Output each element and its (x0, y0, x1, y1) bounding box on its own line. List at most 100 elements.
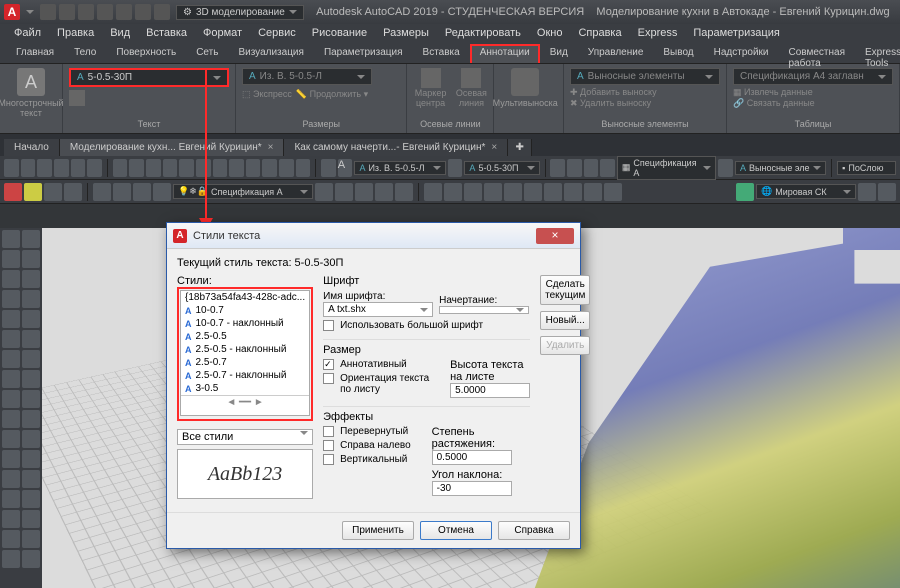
tb-btn[interactable] (153, 183, 171, 201)
tb-btn[interactable] (448, 159, 463, 177)
menu-item[interactable]: Вид (102, 24, 138, 44)
tb-btn[interactable] (584, 183, 602, 201)
tb-btn[interactable] (213, 159, 228, 177)
menu-item[interactable]: Размеры (375, 24, 437, 44)
tb-btn[interactable] (395, 183, 413, 201)
style-item[interactable]: A2.5-0.7 (181, 356, 309, 369)
rtl-checkbox[interactable] (323, 440, 334, 451)
tb-btn[interactable] (22, 550, 40, 568)
tb-btn[interactable] (2, 270, 20, 288)
tb-btn[interactable] (22, 270, 40, 288)
tb-btn[interactable] (196, 159, 211, 177)
tb-btn[interactable] (2, 250, 20, 268)
tb-btn[interactable] (567, 159, 582, 177)
tb-btn[interactable] (484, 183, 502, 201)
tb-btn[interactable] (504, 183, 522, 201)
doc-tab-start[interactable]: Начало (4, 139, 60, 156)
paper-height-input[interactable]: 5.0000 (450, 383, 530, 398)
oblique-input[interactable]: -30 (432, 481, 512, 496)
tb-btn[interactable] (550, 159, 565, 177)
tb-btn[interactable] (2, 550, 20, 568)
tb-btn[interactable] (564, 183, 582, 201)
mleader-style-combo[interactable]: AВыносные эле (735, 161, 826, 175)
tb-btn[interactable] (878, 183, 896, 201)
tb-btn[interactable] (54, 159, 69, 177)
qat-btn[interactable] (97, 4, 113, 20)
style-item[interactable]: A2.5-0.7 - наклонный (181, 369, 309, 382)
tb-btn[interactable] (2, 230, 20, 248)
link-data-button[interactable]: 🔗 Связать данные (733, 98, 893, 109)
tb-btn[interactable] (600, 159, 615, 177)
tb-btn[interactable] (22, 370, 40, 388)
tb-btn[interactable] (64, 183, 82, 201)
qat-btn[interactable] (40, 4, 56, 20)
ribbon-tab[interactable]: Главная (6, 44, 64, 63)
tb-btn[interactable] (2, 390, 20, 408)
tb-btn[interactable] (335, 183, 353, 201)
tb-btn[interactable] (22, 510, 40, 528)
menu-item[interactable]: Окно (529, 24, 571, 44)
tb-btn[interactable] (22, 230, 40, 248)
tb-btn[interactable] (2, 430, 20, 448)
tb-btn[interactable] (858, 183, 876, 201)
tb-btn[interactable] (262, 159, 277, 177)
tb-btn[interactable] (718, 159, 733, 177)
tb-btn[interactable] (424, 183, 442, 201)
tb-btn[interactable] (355, 183, 373, 201)
style-item[interactable]: A3-0.5 (181, 382, 309, 395)
style-item[interactable]: {18b73a54fa43-428c-adc... (181, 291, 309, 304)
dialog-titlebar[interactable]: A Стили текста × (167, 223, 580, 249)
tb-btn[interactable] (22, 410, 40, 428)
tb-btn[interactable] (22, 250, 40, 268)
tb-btn[interactable] (2, 310, 20, 328)
ribbon-tab[interactable]: Вставка (413, 44, 470, 63)
tb-btn[interactable] (22, 490, 40, 508)
menu-item[interactable]: Вставка (138, 24, 195, 44)
orient-checkbox[interactable] (323, 373, 334, 384)
qat-btn[interactable] (78, 4, 94, 20)
center-mark-button[interactable]: Маркер центра (413, 68, 447, 108)
new-tab-button[interactable]: ✚ (508, 139, 532, 156)
center-line-button[interactable]: Осевая линия (456, 68, 488, 108)
tb-btn[interactable] (315, 183, 333, 201)
ribbon-tab[interactable]: Вид (540, 44, 578, 63)
tb-btn[interactable] (524, 183, 542, 201)
menu-item[interactable]: Справка (570, 24, 629, 44)
tb-btn[interactable] (375, 183, 393, 201)
add-leader-button[interactable]: ✚ Добавить выноску (570, 87, 720, 98)
close-icon[interactable]: × (491, 142, 497, 153)
qat-btn[interactable] (116, 4, 132, 20)
tb-btn[interactable] (113, 183, 131, 201)
text-style-combo[interactable]: A5-0.5-30П (464, 161, 539, 175)
tb-btn[interactable] (2, 470, 20, 488)
tb-btn[interactable] (113, 159, 128, 177)
width-factor-input[interactable]: 0.5000 (432, 450, 512, 465)
ribbon-tab-annotations[interactable]: Аннотации (470, 44, 540, 63)
tb-btn[interactable] (22, 350, 40, 368)
tb-btn[interactable] (444, 183, 462, 201)
ribbon-btn[interactable]: ⬚ Экспресс (242, 89, 292, 100)
ribbon-tab[interactable]: Сеть (186, 44, 228, 63)
style-item[interactable]: A10-0.7 - наклонный (181, 317, 309, 330)
tb-btn[interactable] (37, 159, 52, 177)
remove-leader-button[interactable]: ✖ Удалить выноску (570, 98, 720, 109)
tb-btn[interactable] (21, 159, 36, 177)
color-combo[interactable]: ▪ ПоСлою (837, 161, 896, 175)
menu-item[interactable]: Рисование (304, 24, 375, 44)
tb-btn[interactable] (296, 159, 311, 177)
ribbon-tab[interactable]: Тело (64, 44, 106, 63)
doc-tab[interactable]: Как самому начерти...- Евгений Курицин*× (284, 139, 508, 156)
table-style-dropdown[interactable]: Спецификация А4 заглавн (733, 68, 893, 85)
delete-button[interactable]: Удалить (540, 336, 590, 355)
tb-btn[interactable] (87, 159, 102, 177)
tb-btn[interactable] (93, 183, 111, 201)
tb-btn[interactable] (22, 390, 40, 408)
menu-item[interactable]: Express (630, 24, 686, 44)
tb-btn[interactable] (2, 530, 20, 548)
tb-btn[interactable] (129, 159, 144, 177)
multileader-button[interactable]: Мультивыноска (500, 68, 550, 108)
style-item[interactable]: A2.5-0.5 - наклонный (181, 343, 309, 356)
tb-btn[interactable] (321, 159, 336, 177)
menu-item[interactable]: Файл (6, 24, 49, 44)
ribbon-tab[interactable]: Параметризация (314, 44, 413, 63)
